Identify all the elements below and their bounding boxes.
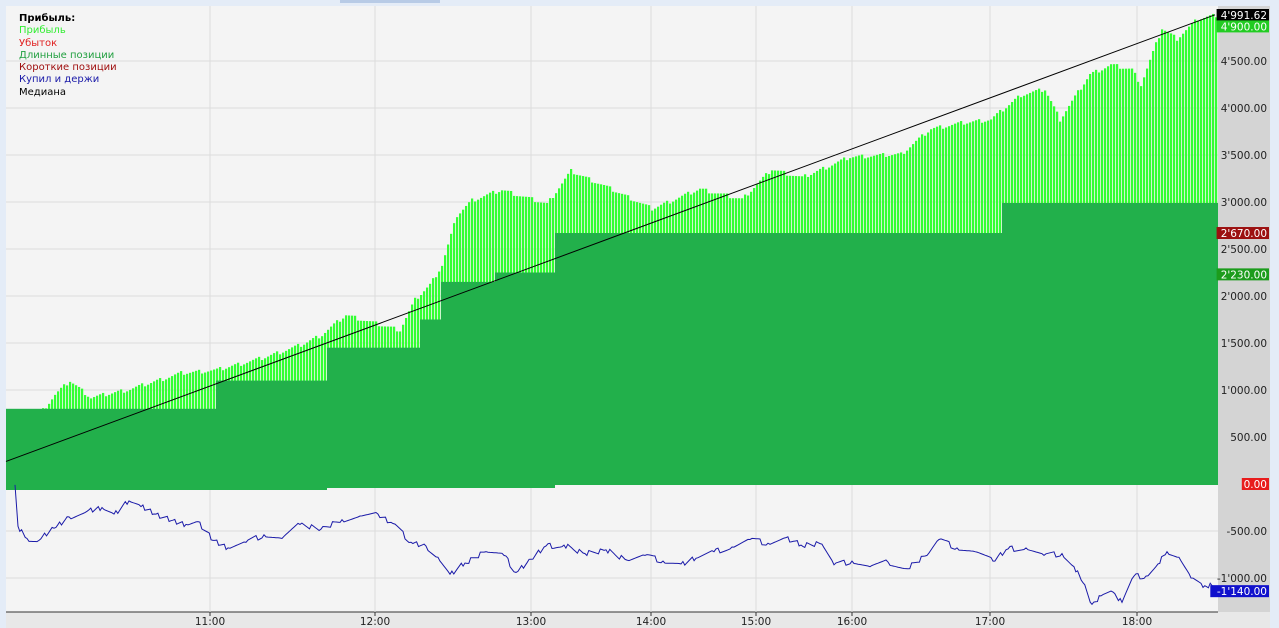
y-axis-panel	[1218, 6, 1270, 612]
long-position-step	[1002, 202, 1218, 485]
long-position-step	[441, 281, 495, 488]
x-tick-label: 13:00	[516, 616, 546, 628]
legend-item-buy-and-hold[interactable]: Купил и держи	[19, 74, 117, 86]
value-marker-label: 4'900.00	[1221, 21, 1267, 33]
legend-item-long-positions[interactable]: Длинные позиции	[19, 50, 117, 62]
x-tick-label: 12:00	[360, 616, 390, 628]
legend-item-loss[interactable]: Убыток	[19, 38, 117, 50]
y-tick-label: 1'500.00	[1221, 338, 1267, 350]
legend-item-median[interactable]: Медиана	[19, 87, 117, 99]
y-tick-label: 2'500.00	[1221, 244, 1267, 256]
y-tick-label: -500.00	[1226, 526, 1267, 538]
long-position-step	[216, 380, 327, 490]
value-marker-label: 4'991.62	[1221, 10, 1267, 22]
x-tick-label: 17:00	[975, 616, 1005, 628]
chart-window: 4'500.00 4'000.00 3'500.00 3'000.00 2'500.00…	[0, 0, 1279, 628]
legend-item-profit[interactable]: Прибыль	[19, 25, 117, 37]
y-tick-label: 500.00	[1230, 432, 1267, 444]
value-marker-label: 2'670.00	[1221, 228, 1267, 240]
y-tick-label: 4'500.00	[1221, 56, 1267, 68]
value-marker-label: 0.00	[1244, 479, 1267, 491]
legend-title: Прибыль:	[19, 13, 76, 24]
y-tick-label: 1'000.00	[1221, 385, 1267, 397]
y-tick-label: 4'000.00	[1221, 103, 1267, 115]
profit-chart: 4'500.00 4'000.00 3'500.00 3'000.00 2'500.00…	[5, 6, 1270, 628]
long-position-step	[420, 319, 441, 488]
legend: Прибыль: Прибыль Убыток Длинные позиции …	[19, 13, 117, 99]
y-tick-label: 2'000.00	[1221, 291, 1267, 303]
x-tick-label: 14:00	[636, 616, 666, 628]
y-tick-label: -1'000.00	[1217, 573, 1267, 585]
long-position-step	[495, 272, 555, 488]
long-position-step	[555, 233, 1002, 485]
value-marker-label: -1'140.00	[1217, 586, 1267, 598]
y-tick-label: 3'500.00	[1221, 150, 1267, 162]
x-tick-label: 11:00	[195, 616, 225, 628]
value-marker-label: 2'230.00	[1221, 269, 1267, 281]
x-tick-label: 15:00	[741, 616, 771, 628]
y-tick-label: 3'000.00	[1221, 197, 1267, 209]
x-tick-label: 16:00	[837, 616, 867, 628]
long-position-step	[447, 484, 548, 488]
x-tick-label: 18:00	[1122, 616, 1152, 628]
legend-item-short-positions[interactable]: Короткие позиции	[19, 62, 117, 74]
long-position-step	[327, 347, 420, 488]
